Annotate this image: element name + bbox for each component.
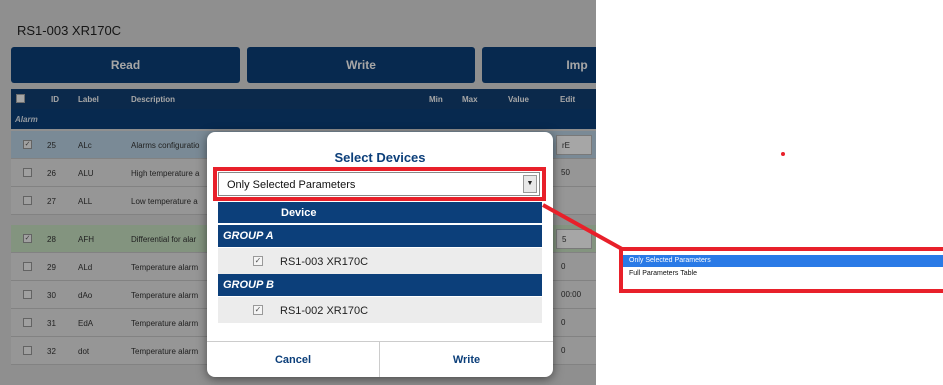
red-dot <box>781 152 785 156</box>
dropdown-options-callout: Only Selected Parameters Full Parameters… <box>619 247 943 293</box>
option-only-selected-parameters[interactable]: Only Selected Parameters <box>623 255 943 267</box>
screen: RS1-003 XR170C Read Write Imp ID Label D… <box>0 0 943 385</box>
option-full-parameters-table[interactable]: Full Parameters Table <box>623 268 943 280</box>
callout-connector <box>542 181 623 251</box>
